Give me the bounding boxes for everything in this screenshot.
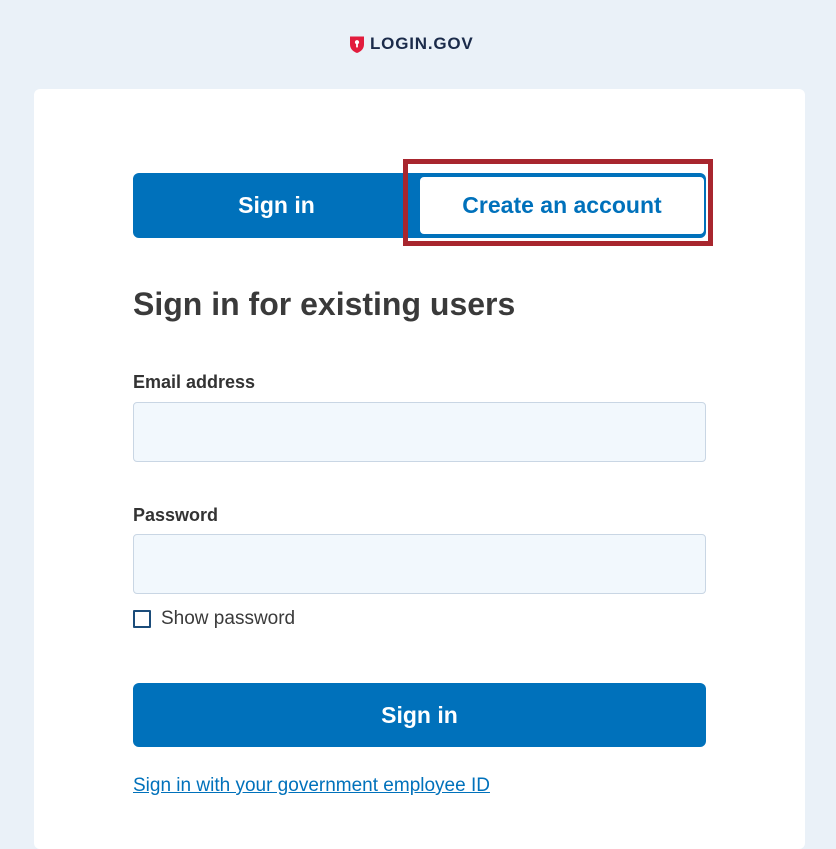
email-label: Email address xyxy=(133,372,256,392)
page-title: Sign in for existing users xyxy=(133,286,516,322)
tab-sign-in[interactable]: Sign in xyxy=(133,173,420,238)
password-field[interactable] xyxy=(133,534,706,594)
show-password-toggle[interactable]: Show password xyxy=(133,607,295,631)
login-gov-logo[interactable]: LOGIN.GOV xyxy=(349,34,474,54)
sign-in-button[interactable]: Sign in xyxy=(133,683,706,747)
show-password-label: Show password xyxy=(161,608,296,629)
tab-create-account[interactable]: Create an account xyxy=(418,175,706,236)
show-password-checkbox[interactable] xyxy=(133,610,151,628)
logo-text: LOGIN.GOV xyxy=(370,34,474,53)
sign-in-card: Sign in Create an account Sign in for ex… xyxy=(34,89,805,849)
page-header: LOGIN.GOV xyxy=(0,0,836,89)
password-label: Password xyxy=(133,505,219,525)
shield-lock-icon xyxy=(350,36,364,53)
email-field[interactable] xyxy=(133,402,706,462)
government-id-link[interactable]: Sign in with your government employee ID xyxy=(133,774,490,798)
account-tabs: Sign in Create an account xyxy=(133,173,706,238)
